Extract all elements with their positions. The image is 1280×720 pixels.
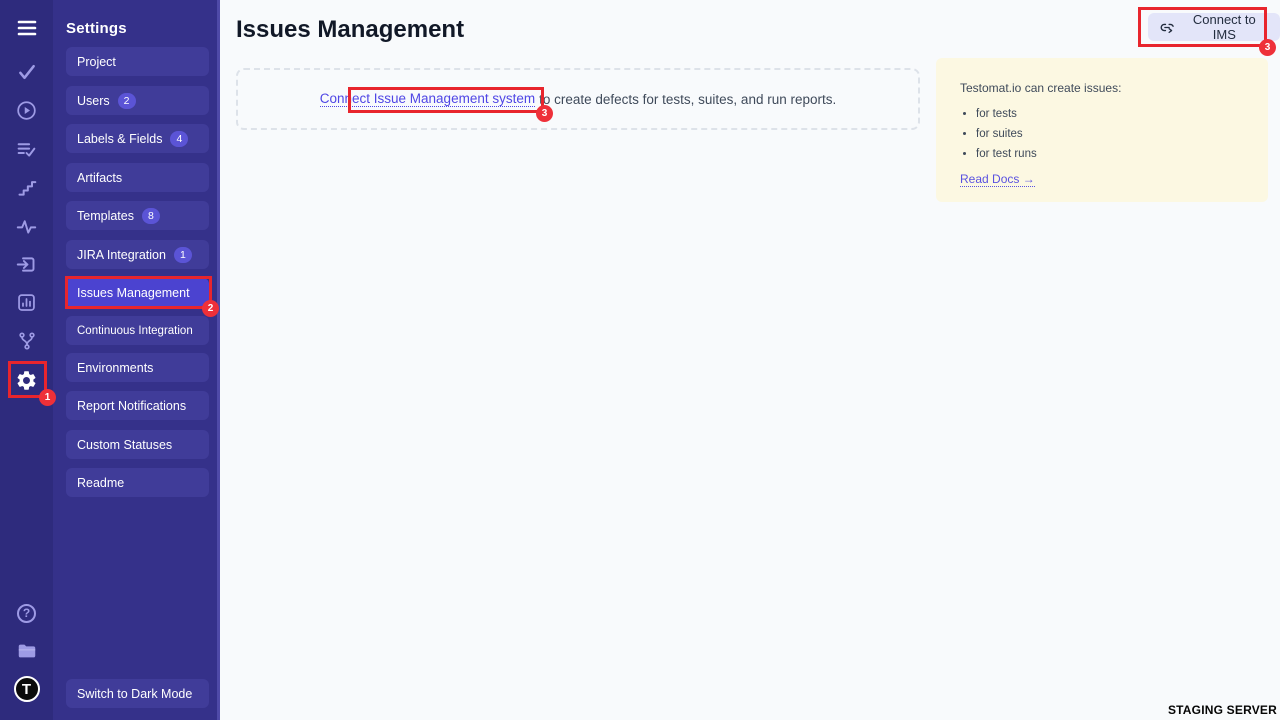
sidebar-item-environments[interactable]: Environments xyxy=(66,353,209,382)
item-label: Switch to Dark Mode xyxy=(77,687,192,701)
count-badge: 2 xyxy=(118,93,136,109)
tests-check-icon[interactable] xyxy=(0,60,53,84)
switch-dark-mode-button[interactable]: Switch to Dark Mode xyxy=(66,679,209,708)
item-label: Custom Statuses xyxy=(77,438,172,452)
sidebar-item-continuous-integration[interactable]: Continuous Integration xyxy=(66,316,209,345)
sidebar-item-templates[interactable]: Templates 8 xyxy=(66,201,209,230)
connect-issue-management-link[interactable]: Connect Issue Management system xyxy=(320,91,535,107)
hamburger-glyph xyxy=(15,16,39,40)
info-panel-list: for tests for suites for test runs xyxy=(976,108,1244,160)
item-label: Environments xyxy=(77,361,153,375)
sidebar-item-project[interactable]: Project xyxy=(66,47,209,76)
button-label: Connect to IMS xyxy=(1181,12,1268,42)
item-label: Labels & Fields xyxy=(77,132,162,146)
bar-chart-glyph xyxy=(16,292,37,313)
logo-letter: T xyxy=(14,676,40,702)
connect-to-ims-button[interactable]: Connect to IMS xyxy=(1148,13,1280,41)
analytics-pulse-icon[interactable] xyxy=(0,214,53,238)
stairs-glyph xyxy=(17,178,37,198)
check-glyph xyxy=(17,62,37,82)
testomat-logo[interactable]: T xyxy=(0,677,53,701)
annotation-badge-2: 2 xyxy=(202,300,219,317)
runs-play-icon[interactable] xyxy=(0,98,53,122)
count-badge: 1 xyxy=(174,247,192,263)
help-icon[interactable]: ? xyxy=(0,601,53,625)
list-check-glyph xyxy=(16,139,37,160)
item-label: Report Notifications xyxy=(77,399,186,413)
sidebar-item-jira-integration[interactable]: JIRA Integration 1 xyxy=(66,240,209,269)
annotation-badge-3: 3 xyxy=(536,105,553,122)
sidebar-item-issues-management[interactable]: Issues Management xyxy=(66,278,209,307)
staging-server-label: STAGING SERVER xyxy=(1168,703,1277,717)
item-label: Users xyxy=(77,94,110,108)
milestones-stairs-icon[interactable] xyxy=(0,176,53,200)
sidebar-item-artifacts[interactable]: Artifacts xyxy=(66,163,209,192)
sign-in-glyph xyxy=(16,254,37,275)
info-panel: Testomat.io can create issues: for tests… xyxy=(936,58,1268,202)
reports-chart-icon[interactable] xyxy=(0,290,53,314)
import-signin-icon[interactable] xyxy=(0,252,53,276)
question-glyph: ? xyxy=(17,604,36,623)
empty-state-text: to create defects for tests, suites, and… xyxy=(539,92,836,107)
app-window: ? T Settings Project Users 2 Labels & Fie… xyxy=(0,0,1280,720)
item-label: Artifacts xyxy=(77,171,122,185)
projects-folder-icon[interactable] xyxy=(0,639,53,663)
sidebar-divider xyxy=(217,0,220,720)
branch-glyph xyxy=(17,331,37,351)
item-label: Continuous Integration xyxy=(77,325,193,337)
item-label: Readme xyxy=(77,476,124,490)
list-item: for suites xyxy=(976,128,1244,140)
count-badge: 4 xyxy=(170,131,188,147)
page-title: Issues Management xyxy=(236,16,464,44)
item-label: Templates xyxy=(77,209,134,223)
item-label: Project xyxy=(77,55,116,69)
item-label: JIRA Integration xyxy=(77,248,166,262)
sidebar-item-report-notifications[interactable]: Report Notifications xyxy=(66,391,209,420)
branches-icon[interactable] xyxy=(0,329,53,353)
count-badge: 8 xyxy=(142,208,160,224)
empty-state-box: Connect Issue Management system to creat… xyxy=(236,68,920,130)
icon-rail: ? T xyxy=(0,0,53,720)
sidebar-item-users[interactable]: Users 2 xyxy=(66,86,209,115)
info-panel-title: Testomat.io can create issues: xyxy=(960,81,1244,95)
pulse-glyph xyxy=(16,216,37,237)
sidebar-title: Settings xyxy=(66,20,127,37)
read-docs-link[interactable]: Read Docs → xyxy=(960,172,1035,187)
play-circle-glyph xyxy=(16,100,37,121)
gear-glyph xyxy=(15,369,38,392)
folder-glyph xyxy=(16,640,38,662)
list-item: for test runs xyxy=(976,148,1244,160)
sidebar-item-readme[interactable]: Readme xyxy=(66,468,209,497)
annotation-badge-1: 1 xyxy=(39,389,56,406)
sidebar-item-custom-statuses[interactable]: Custom Statuses xyxy=(66,430,209,459)
item-label: Issues Management xyxy=(77,286,190,300)
list-item: for tests xyxy=(976,108,1244,120)
annotation-badge-4: 3 xyxy=(1259,39,1276,56)
hamburger-menu-icon[interactable] xyxy=(0,16,53,40)
link-icon xyxy=(1160,20,1175,35)
sidebar-item-labels-fields[interactable]: Labels & Fields 4 xyxy=(66,124,209,153)
test-plans-list-icon[interactable] xyxy=(0,137,53,161)
settings-sidebar: Settings Project Users 2 Labels & Fields 4… xyxy=(53,0,220,720)
